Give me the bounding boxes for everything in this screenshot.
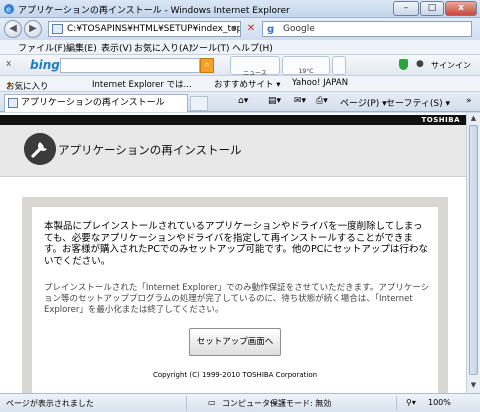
address-field[interactable]: C:¥TOSAPINS¥HTML¥SETUP¥index_top.ht (48, 21, 241, 37)
more-commands-button[interactable]: » (466, 96, 472, 106)
menu-edit[interactable]: 編集(E) (66, 41, 97, 54)
internet-explorer-icon: e (4, 4, 14, 14)
vertical-scrollbar[interactable]: ▲ ▼ (466, 113, 480, 393)
safety-menu[interactable]: セーフティ(S) ▾ (386, 96, 450, 109)
menu-file[interactable]: ファイル(F) (18, 41, 66, 54)
feeds-icon[interactable]: ▤▾ (268, 96, 281, 106)
window-title: アプリケーションの再インストール - Windows Internet Expl… (18, 6, 290, 16)
search-field[interactable]: g Google (262, 21, 472, 37)
page-content: TOSHIBA アプリケーションの再インストール 本製品にプレインストールされて… (0, 113, 466, 393)
status-text: ページが表示されました (6, 399, 94, 408)
computer-zone-icon: ▭ (208, 398, 216, 407)
favorites-label: お気に入り (6, 82, 49, 92)
maximize-button[interactable]: □ (420, 1, 444, 16)
address-url: C:¥TOSAPINS¥HTML¥SETUP¥index_top.ht (67, 24, 241, 34)
bing-logo: bing (30, 58, 60, 72)
favorites-bar: ★ お気に入り Internet Explorer では... おすすめサイト … (0, 76, 480, 92)
toolbar-more-button[interactable] (332, 56, 346, 75)
content-panel: 本製品にプレインストールされているアプリケーションやドライバを一度削除してしまっ… (22, 197, 448, 393)
menu-favorites[interactable]: お気に入り(A) (134, 41, 192, 54)
protected-mode-label: 保護モード: 無効 (270, 399, 332, 408)
stop-button[interactable]: ✕ (244, 21, 258, 37)
menu-help[interactable]: ヘルプ(H) (232, 41, 273, 54)
new-tab-button[interactable] (190, 96, 208, 111)
mail-icon[interactable]: ✉▾ (294, 96, 306, 106)
zoom-icon[interactable]: ⚲▾ (406, 398, 416, 407)
bing-toolbar: x bing ⌕ ニュース 19°C ● サインイン (0, 54, 480, 77)
page-icon (52, 24, 63, 34)
secondary-message: プレインストールされた「Internet Explorer」でのみ動作保証をさせ… (44, 283, 430, 315)
tab-label: アプリケーションの再インストール (21, 98, 165, 108)
scroll-up-icon[interactable]: ▲ (469, 114, 478, 122)
page-title: アプリケーションの再インストール (58, 143, 242, 157)
minimize-button[interactable]: – (393, 1, 419, 16)
svg-text:e: e (6, 5, 11, 14)
favorite-link-ie[interactable]: Internet Explorer では... (92, 78, 192, 90)
wrench-icon (24, 133, 56, 165)
tab-bar: アプリケーションの再インストール ⌂▾ ▤▾ ✉▾ ⎙▾ ページ(P) ▾ セー… (0, 92, 480, 112)
zoom-level[interactable]: 100% (428, 398, 451, 407)
bing-search-input[interactable] (60, 58, 200, 73)
navigation-bar: ◀ ▶ C:¥TOSAPINS¥HTML¥SETUP¥index_top.ht … (0, 18, 480, 40)
address-dropdown-button[interactable]: ▾ (228, 21, 240, 37)
forward-button[interactable]: ▶ (24, 20, 42, 38)
page-icon (8, 98, 18, 108)
scroll-down-icon[interactable]: ▼ (469, 381, 478, 389)
menu-bar: ファイル(F) 編集(E) 表示(V) お気に入り(A) ツール(T) ヘルプ(… (0, 40, 480, 54)
menu-view[interactable]: 表示(V) (101, 41, 132, 54)
page-header: アプリケーションの再インストール (0, 125, 466, 177)
google-icon: g (267, 24, 275, 35)
print-icon[interactable]: ⎙▾ (316, 96, 328, 106)
setup-screen-button[interactable]: セットアップ画面へ (189, 328, 281, 356)
weather-label: 19°C (298, 68, 314, 75)
brand-strip: TOSHIBA (0, 115, 466, 125)
page-menu[interactable]: ページ(P) ▾ (340, 96, 387, 109)
user-icon: ● (416, 59, 424, 69)
favorite-link-yahoo[interactable]: Yahoo! JAPAN (292, 78, 348, 88)
search-provider-label: Google (283, 24, 315, 34)
close-toolbar-icon[interactable]: x (6, 59, 11, 69)
news-button[interactable]: ニュース (230, 56, 280, 77)
weather-button[interactable]: 19°C (282, 56, 330, 75)
favorite-link-recommended[interactable]: おすすめサイト ▾ (214, 78, 280, 90)
scroll-thumb[interactable] (469, 125, 478, 375)
status-bar: ページが表示されました ▭ コンピューター 保護モード: 無効 ⚲▾ 100% (0, 393, 480, 412)
home-icon[interactable]: ⌂▾ (238, 96, 248, 106)
back-button[interactable]: ◀ (4, 20, 22, 38)
content-card: 本製品にプレインストールされているアプリケーションやドライバを一度削除してしまっ… (32, 207, 438, 393)
signin-link[interactable]: サインイン (431, 60, 471, 71)
primary-message: 本製品にプレインストールされているアプリケーションやドライバを一度削除してしまっ… (44, 221, 428, 267)
title-bar: e アプリケーションの再インストール - Windows Internet Ex… (0, 0, 480, 18)
menu-tools[interactable]: ツール(T) (190, 41, 230, 54)
bing-search-button[interactable]: ⌕ (200, 58, 214, 73)
tab-reinstall[interactable]: アプリケーションの再インストール (4, 94, 188, 112)
shield-icon (399, 59, 408, 70)
copyright-text: Copyright (C) 1999-2010 TOSHIBA Corporat… (152, 371, 318, 379)
close-button[interactable]: x (445, 1, 477, 16)
brand-logo: TOSHIBA (421, 116, 460, 124)
